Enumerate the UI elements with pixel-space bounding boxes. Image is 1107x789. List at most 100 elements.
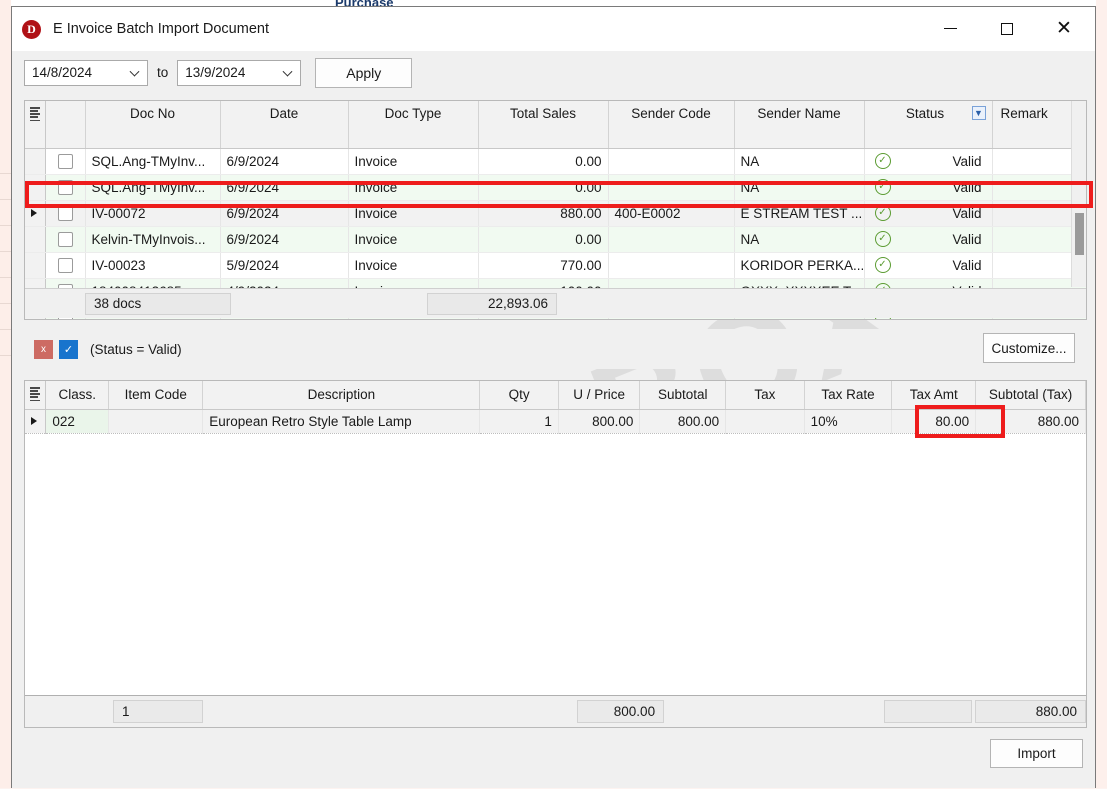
- row-checkbox-cell[interactable]: [45, 174, 85, 200]
- row-checkbox[interactable]: [58, 154, 73, 169]
- table-row[interactable]: SQL.Ang-TMyInv... 6/9/2024 Invoice 0.00 …: [25, 174, 1087, 200]
- row-handle: [25, 252, 45, 278]
- title-bar: D E Invoice Batch Import Document ✕: [12, 7, 1095, 51]
- table-row[interactable]: 022 European Retro Style Table Lamp 1 80…: [25, 409, 1086, 433]
- scrollbar-thumb[interactable]: [1075, 213, 1084, 255]
- summary-total-sales: 22,893.06: [427, 293, 557, 315]
- cell-tax-rate: 10%: [804, 409, 892, 433]
- cell-doc-no: IV-00023: [85, 252, 220, 278]
- row-checkbox[interactable]: [58, 180, 73, 195]
- column-header-subtotal[interactable]: Subtotal: [640, 381, 726, 409]
- minimize-button[interactable]: [927, 7, 973, 50]
- cell-status-label: Valid: [952, 258, 981, 273]
- row-handle: [25, 148, 45, 174]
- date-to-value: 13/9/2024: [185, 65, 245, 80]
- status-valid-icon: ✓: [875, 231, 891, 247]
- cell-qty: 1: [480, 409, 558, 433]
- clear-filter-button[interactable]: x: [34, 340, 53, 359]
- filter-icon[interactable]: ▼: [972, 106, 986, 120]
- cell-total-sales: 0.00: [478, 174, 608, 200]
- column-header-tax[interactable]: Tax: [726, 381, 804, 409]
- chevron-down-icon: [130, 66, 140, 76]
- background-row: [0, 330, 11, 356]
- cell-sender-code: 400-E0002: [608, 200, 734, 226]
- master-grid-scrollbar[interactable]: [1071, 101, 1086, 287]
- cell-total-sales: 0.00: [478, 148, 608, 174]
- row-checkbox-cell[interactable]: [45, 148, 85, 174]
- summary-subtotal-tax: 880.00: [975, 700, 1086, 723]
- cell-status-label: Valid: [952, 232, 981, 247]
- column-header-tax-rate[interactable]: Tax Rate: [804, 381, 892, 409]
- select-all-header[interactable]: [45, 101, 85, 148]
- apply-button[interactable]: Apply: [315, 58, 412, 88]
- column-header-subtotal-tax[interactable]: Subtotal (Tax): [976, 381, 1086, 409]
- column-header-total-sales[interactable]: Total Sales: [478, 101, 608, 148]
- filter-expression-label[interactable]: (Status = Valid): [90, 342, 182, 357]
- customize-button[interactable]: Customize...: [983, 333, 1075, 363]
- table-row[interactable]: SQL.Ang-TMyInv... 6/9/2024 Invoice 0.00 …: [25, 148, 1087, 174]
- window-title: E Invoice Batch Import Document: [53, 21, 269, 37]
- background-row: [0, 304, 11, 330]
- date-range-to-label: to: [157, 65, 168, 80]
- row-checkbox-cell[interactable]: [45, 226, 85, 252]
- background-row: [0, 226, 11, 252]
- master-grid-panel: Doc No Date Doc Type Total Sales Sender …: [24, 100, 1087, 320]
- cell-description: European Retro Style Table Lamp: [203, 409, 480, 433]
- toggle-filter-checkbox[interactable]: ✓: [59, 340, 78, 359]
- status-valid-icon: ✓: [875, 179, 891, 195]
- cell-status-label: Valid: [952, 206, 981, 221]
- grid-menu-icon: [30, 387, 40, 401]
- close-button[interactable]: ✕: [1041, 7, 1087, 50]
- column-header-sender-code[interactable]: Sender Code: [608, 101, 734, 148]
- column-header-doc-type[interactable]: Doc Type: [348, 101, 478, 148]
- grid-menu-cell[interactable]: [25, 381, 46, 409]
- cell-sender-name: E STREAM TEST ...: [734, 200, 864, 226]
- cell-date: 6/9/2024: [220, 148, 348, 174]
- column-header-qty[interactable]: Qty: [480, 381, 558, 409]
- column-header-class[interactable]: Class.: [46, 381, 109, 409]
- cell-doc-no: IV-00072: [85, 200, 220, 226]
- grid-menu-cell[interactable]: [25, 101, 45, 148]
- date-from-combo[interactable]: 14/8/2024: [24, 60, 148, 86]
- row-checkbox[interactable]: [58, 258, 73, 273]
- column-header-date[interactable]: Date: [220, 101, 348, 148]
- cell-unit-price: 800.00: [558, 409, 640, 433]
- table-row[interactable]: IV-00023 5/9/2024 Invoice 770.00 KORIDOR…: [25, 252, 1087, 278]
- cell-tax: [726, 409, 804, 433]
- background-row: [0, 252, 11, 278]
- column-header-unit-price[interactable]: U / Price: [558, 381, 640, 409]
- column-header-sender-name[interactable]: Sender Name: [734, 101, 864, 148]
- maximize-icon: [1001, 23, 1013, 35]
- table-row[interactable]: Kelvin-TMyInvois... 6/9/2024 Invoice 0.0…: [25, 226, 1087, 252]
- filter-toolbar: 14/8/2024 to 13/9/2024 Apply: [12, 51, 1095, 95]
- status-valid-icon: ✓: [875, 205, 891, 221]
- cell-class: 022: [46, 409, 109, 433]
- column-header-doc-no[interactable]: Doc No: [85, 101, 220, 148]
- date-from-value: 14/8/2024: [32, 65, 92, 80]
- cell-doc-no: Kelvin-TMyInvois...: [85, 226, 220, 252]
- column-header-description[interactable]: Description: [203, 381, 480, 409]
- detail-grid-summary: 1 800.00 880.00: [25, 695, 1086, 727]
- close-icon: ✕: [1056, 19, 1072, 38]
- row-handle: [25, 226, 45, 252]
- app-logo-icon: D: [22, 20, 41, 39]
- row-checkbox[interactable]: [58, 206, 73, 221]
- cell-status: ✓ Valid: [864, 252, 992, 278]
- line-items-table-header: Class. Item Code Description Qty U / Pri…: [25, 381, 1086, 409]
- status-valid-icon: ✓: [875, 153, 891, 169]
- maximize-button[interactable]: [984, 7, 1030, 50]
- cell-status: ✓ Valid: [864, 226, 992, 252]
- table-row-selected[interactable]: IV-00072 6/9/2024 Invoice 880.00 400-E00…: [25, 200, 1087, 226]
- column-header-tax-amt[interactable]: Tax Amt: [892, 381, 976, 409]
- column-header-item-code[interactable]: Item Code: [109, 381, 203, 409]
- row-checkbox[interactable]: [58, 232, 73, 247]
- cell-status-label: Valid: [952, 154, 981, 169]
- summary-blank: [884, 700, 972, 723]
- cell-doc-type: Invoice: [348, 226, 478, 252]
- import-button[interactable]: Import: [990, 739, 1083, 768]
- row-checkbox-cell[interactable]: [45, 200, 85, 226]
- background-left-strip: [0, 0, 11, 788]
- date-to-combo[interactable]: 13/9/2024: [177, 60, 301, 86]
- row-checkbox-cell[interactable]: [45, 252, 85, 278]
- column-header-status[interactable]: Status ▼: [864, 101, 992, 148]
